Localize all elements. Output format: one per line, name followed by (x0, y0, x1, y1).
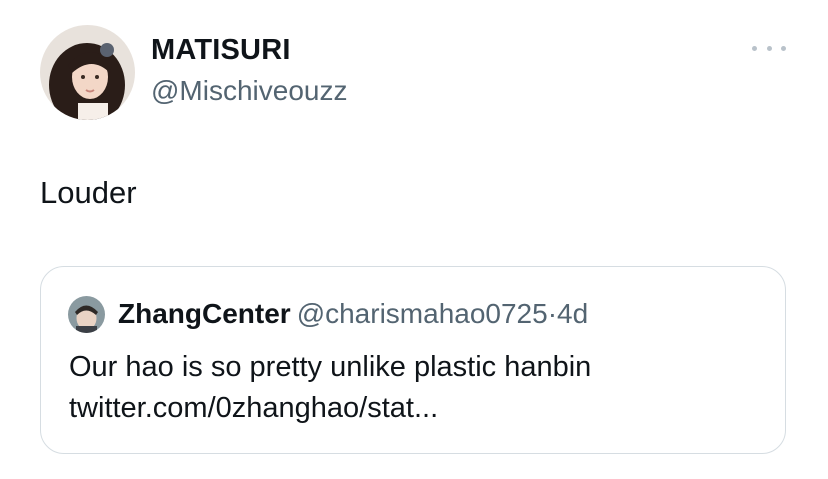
header-separator: · (547, 298, 558, 329)
more-dot (766, 45, 772, 51)
more-options-icon[interactable] (752, 38, 786, 58)
quoted-author-display-name[interactable]: ZhangCenter (118, 298, 291, 329)
quoted-timestamp[interactable]: 4d (557, 298, 588, 329)
quoted-tweet-card[interactable]: ZhangCenter @charismahao0725·4d Our hao i… (40, 266, 786, 454)
author-display-name[interactable]: MATISURI (151, 34, 291, 67)
avatar-photo-icon (68, 296, 105, 333)
quoted-link[interactable]: twitter.com/0zhanghao/stat... (69, 388, 769, 429)
more-dot (781, 45, 786, 51)
author-avatar[interactable] (40, 25, 135, 120)
tweet: MATISURI @Mischiveouzz Louder ZhangCente… (0, 0, 828, 479)
quoted-author-handle[interactable]: @charismahao0725 (297, 298, 548, 329)
avatar-photo-icon (40, 25, 135, 120)
quoted-author-avatar[interactable] (68, 296, 105, 333)
quoted-header: ZhangCenter @charismahao0725·4d (118, 297, 588, 331)
tweet-text: Louder (40, 175, 137, 210)
quoted-text-line: Our hao is so pretty unlike plastic hanb… (69, 351, 592, 383)
quoted-tweet-text: Our hao is so pretty unlike plastic hanb… (69, 347, 769, 429)
author-handle[interactable]: @Mischiveouzz (151, 75, 347, 107)
more-dot (752, 45, 757, 51)
